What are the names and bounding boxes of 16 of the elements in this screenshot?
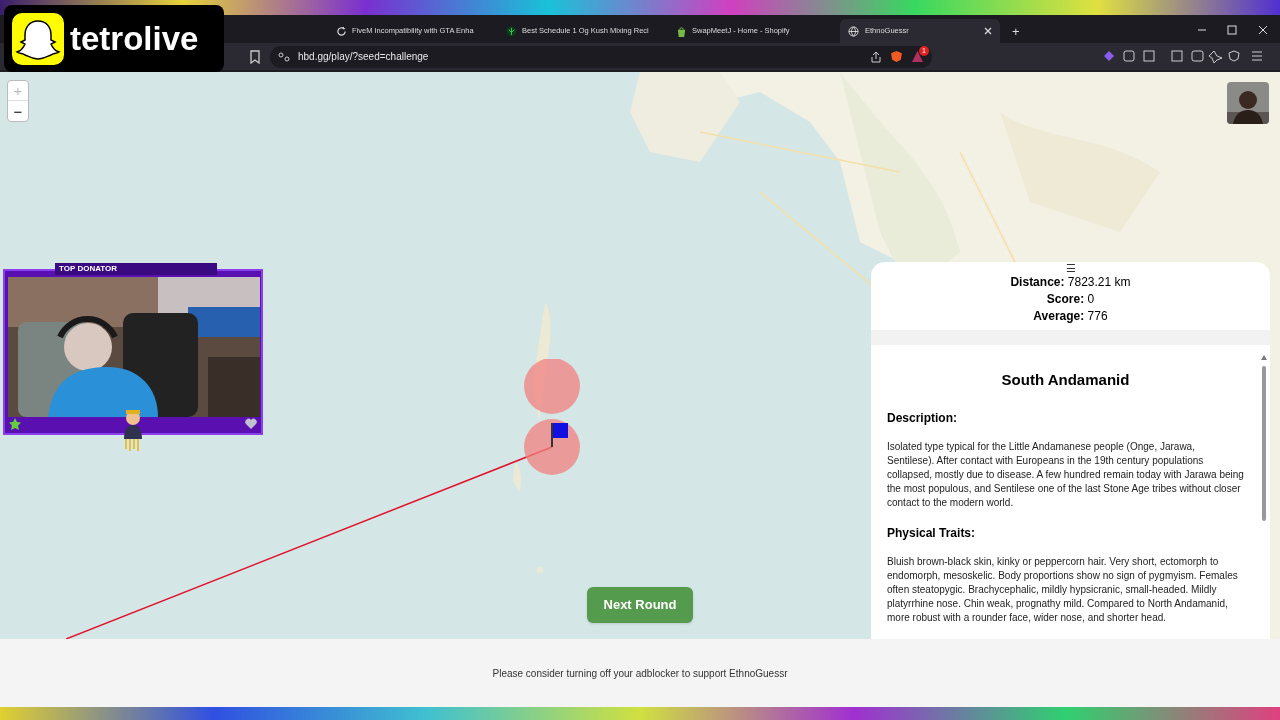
share-icon[interactable] <box>870 50 882 63</box>
shield-icon[interactable] <box>890 50 903 63</box>
refresh-icon <box>336 25 347 37</box>
site-settings-icon[interactable] <box>278 50 290 63</box>
new-tab-button[interactable]: + <box>1004 19 1028 43</box>
adblock-notice: Please consider turning off your adblocker to support EthnoGuessr <box>492 666 788 681</box>
triangle-icon[interactable] <box>911 50 924 63</box>
bookmark-icon[interactable] <box>248 49 262 64</box>
globe-icon <box>848 25 859 37</box>
url-text: hbd.gg/play/?seed=challenge <box>298 50 430 64</box>
leaf-icon <box>506 25 517 37</box>
shopping-bag-icon <box>676 25 687 37</box>
ghost-icon <box>12 12 64 65</box>
window-controls-drawing[interactable] <box>1198 25 1268 35</box>
channel-name: tetrolive <box>70 22 199 55</box>
close-icon[interactable] <box>984 27 992 35</box>
